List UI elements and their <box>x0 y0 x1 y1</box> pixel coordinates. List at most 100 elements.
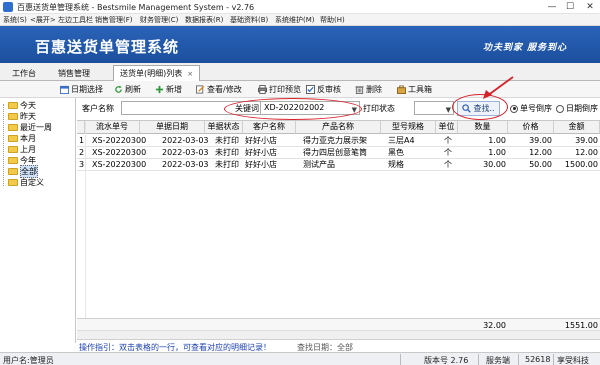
tree-item-last-week[interactable]: 最近一周 <box>8 122 52 133</box>
column-header[interactable]: 价格 <box>508 121 554 134</box>
menu-system[interactable]: 系统(S) <box>3 15 27 25</box>
add-button[interactable]: 新增 <box>155 83 182 96</box>
price-cell: 12.00 <box>529 148 552 157</box>
unit-cell: 个 <box>444 148 452 157</box>
print-preview-button[interactable]: 打印预览 <box>258 83 301 96</box>
column-header[interactable]: 单据状态 <box>205 121 243 134</box>
status-divider <box>518 354 519 365</box>
column-divider <box>85 121 86 319</box>
app-icon <box>3 2 13 12</box>
unaudit-icon <box>306 85 315 94</box>
qty-cell: 30.00 <box>483 160 506 169</box>
table-row[interactable]: 2 XS-202203001 2022-03-03 未打印 好好小店 得力四层创… <box>77 147 600 158</box>
menu-finance[interactable]: 财务管理(C) <box>140 15 178 25</box>
tab-sales[interactable]: 销售管理 <box>52 66 96 80</box>
tree-item-custom[interactable]: 自定义 <box>8 177 44 188</box>
view-edit-button[interactable]: 查看/修改 <box>196 83 242 96</box>
tab-workbench[interactable]: 工作台 <box>6 66 42 80</box>
tree-item-this-month[interactable]: 本月 <box>8 133 36 144</box>
sort-order-desc-radio[interactable]: 单号倒序 <box>510 103 552 114</box>
customer-label: 客户名称 <box>82 104 114 113</box>
tree-item-all[interactable]: 全部 <box>8 165 38 178</box>
status-version: 版本号 2.76 <box>424 356 469 365</box>
menu-sales[interactable]: 销售管理(F) <box>95 15 133 25</box>
tab-label: 销售管理 <box>58 69 90 78</box>
row-divider <box>77 170 600 171</box>
tree-guide-line <box>3 104 4 186</box>
delete-button[interactable]: 删除 <box>355 83 382 96</box>
tree-item-last-month[interactable]: 上月 <box>8 144 36 155</box>
menu-reports[interactable]: 数据报表(R) <box>185 15 223 25</box>
menu-basic-data[interactable]: 基础资料(B) <box>230 15 268 25</box>
price-cell: 50.00 <box>529 160 552 169</box>
table-row[interactable]: 3 XS-202203001 2022-03-03 未打印 好好小店 测试产品 … <box>77 159 600 170</box>
folder-icon <box>8 168 18 175</box>
menu-maintenance[interactable]: 系统维护(M) <box>275 15 315 25</box>
column-header[interactable]: 单位 <box>436 121 458 134</box>
unit-cell: 个 <box>444 160 452 169</box>
column-header[interactable]: 金额 <box>554 121 600 134</box>
price-cell: 39.00 <box>529 136 552 145</box>
column-header[interactable]: 客户名称 <box>243 121 296 134</box>
refresh-button[interactable]: 刷新 <box>114 83 141 96</box>
horizontal-scrollbar[interactable] <box>77 330 600 339</box>
status-bar: 用户名:管理员 版本号 2.76 服务端 52618 享受科技 <box>0 352 600 365</box>
tab-close-icon[interactable]: × <box>187 70 193 78</box>
radio-checked-icon <box>510 104 518 113</box>
spec-cell: 三层A4 <box>388 136 415 145</box>
add-icon <box>155 85 164 94</box>
table-row[interactable]: 1 XS-202203001 2022-03-03 未打印 好好小店 得力亚克力… <box>77 135 600 146</box>
column-header[interactable]: 型号规格 <box>381 121 436 134</box>
folder-icon <box>8 146 18 153</box>
amount-cell: 39.00 <box>575 136 598 145</box>
order-no-cell: XS-202203001 <box>92 148 147 157</box>
date-cell: 2022-03-03 <box>162 160 209 169</box>
annotation-arrow-icon <box>483 76 514 99</box>
window-title: 百惠送货单管理系统 - Bestsmile Management System … <box>17 3 255 12</box>
date-cell: 2022-03-03 <box>162 136 209 145</box>
tree-item-yesterday[interactable]: 昨天 <box>8 111 36 122</box>
qty-cell: 1.00 <box>488 136 506 145</box>
tree-item-today[interactable]: 今天 <box>8 100 36 111</box>
customer-cell: 好好小店 <box>245 160 277 169</box>
tab-label: 工作台 <box>12 69 36 78</box>
product-cell: 得力四层创意笔筒 <box>303 148 367 157</box>
status-cell: 未打印 <box>215 136 239 145</box>
date-select-button[interactable]: 日期选择 <box>60 83 103 96</box>
unaudit-button[interactable]: 反审核 <box>306 83 341 96</box>
app-banner: 百惠送货单管理系统 功夫到家 服务到心 <box>0 26 600 63</box>
folder-icon <box>8 102 18 109</box>
tab-label: 送货单(明细)列表 <box>120 69 183 78</box>
minimize-button[interactable]: — <box>544 0 560 14</box>
print-icon <box>258 85 267 94</box>
menu-help[interactable]: 帮助(H) <box>320 15 345 25</box>
radio-unchecked-icon <box>556 104 564 113</box>
banner-title: 百惠送货单管理系统 <box>35 38 180 56</box>
column-header[interactable]: 流水单号 <box>85 121 140 134</box>
spec-cell: 黑色 <box>388 148 404 157</box>
tab-delivery-list[interactable]: 送货单(明细)列表 × <box>113 65 201 81</box>
status-divider <box>400 354 401 365</box>
keyword-highlight-ring <box>224 98 362 120</box>
banner-slogan: 功夫到家 服务到心 <box>483 43 568 53</box>
amount-cell: 1500.00 <box>564 160 598 169</box>
print-status-select[interactable]: ▼ <box>414 101 454 115</box>
status-company: 享受科技 <box>557 356 589 365</box>
status-cell: 未打印 <box>215 148 239 157</box>
status-port: 52618 <box>525 355 551 364</box>
column-header[interactable]: 数量 <box>458 121 508 134</box>
status-user: 用户名:管理员 <box>3 356 54 365</box>
close-window-button[interactable]: ✕ <box>582 0 598 14</box>
folder-icon <box>8 124 18 131</box>
customer-cell: 好好小店 <box>245 136 277 145</box>
maximize-button[interactable]: ☐ <box>562 0 578 14</box>
menu-expand-toolbar[interactable]: <展开> 左边工具栏 <box>30 15 93 25</box>
sort-date-desc-radio[interactable]: 日期倒序 <box>556 103 598 114</box>
refresh-icon <box>115 85 122 93</box>
column-header[interactable]: 单据日期 <box>140 121 205 134</box>
calendar-icon <box>60 85 69 94</box>
toolbox-button[interactable]: 工具箱 <box>397 83 432 96</box>
column-header[interactable]: 产品名称 <box>296 121 381 134</box>
print-status-label: 打印状态 <box>363 104 395 113</box>
delete-icon <box>355 86 364 94</box>
